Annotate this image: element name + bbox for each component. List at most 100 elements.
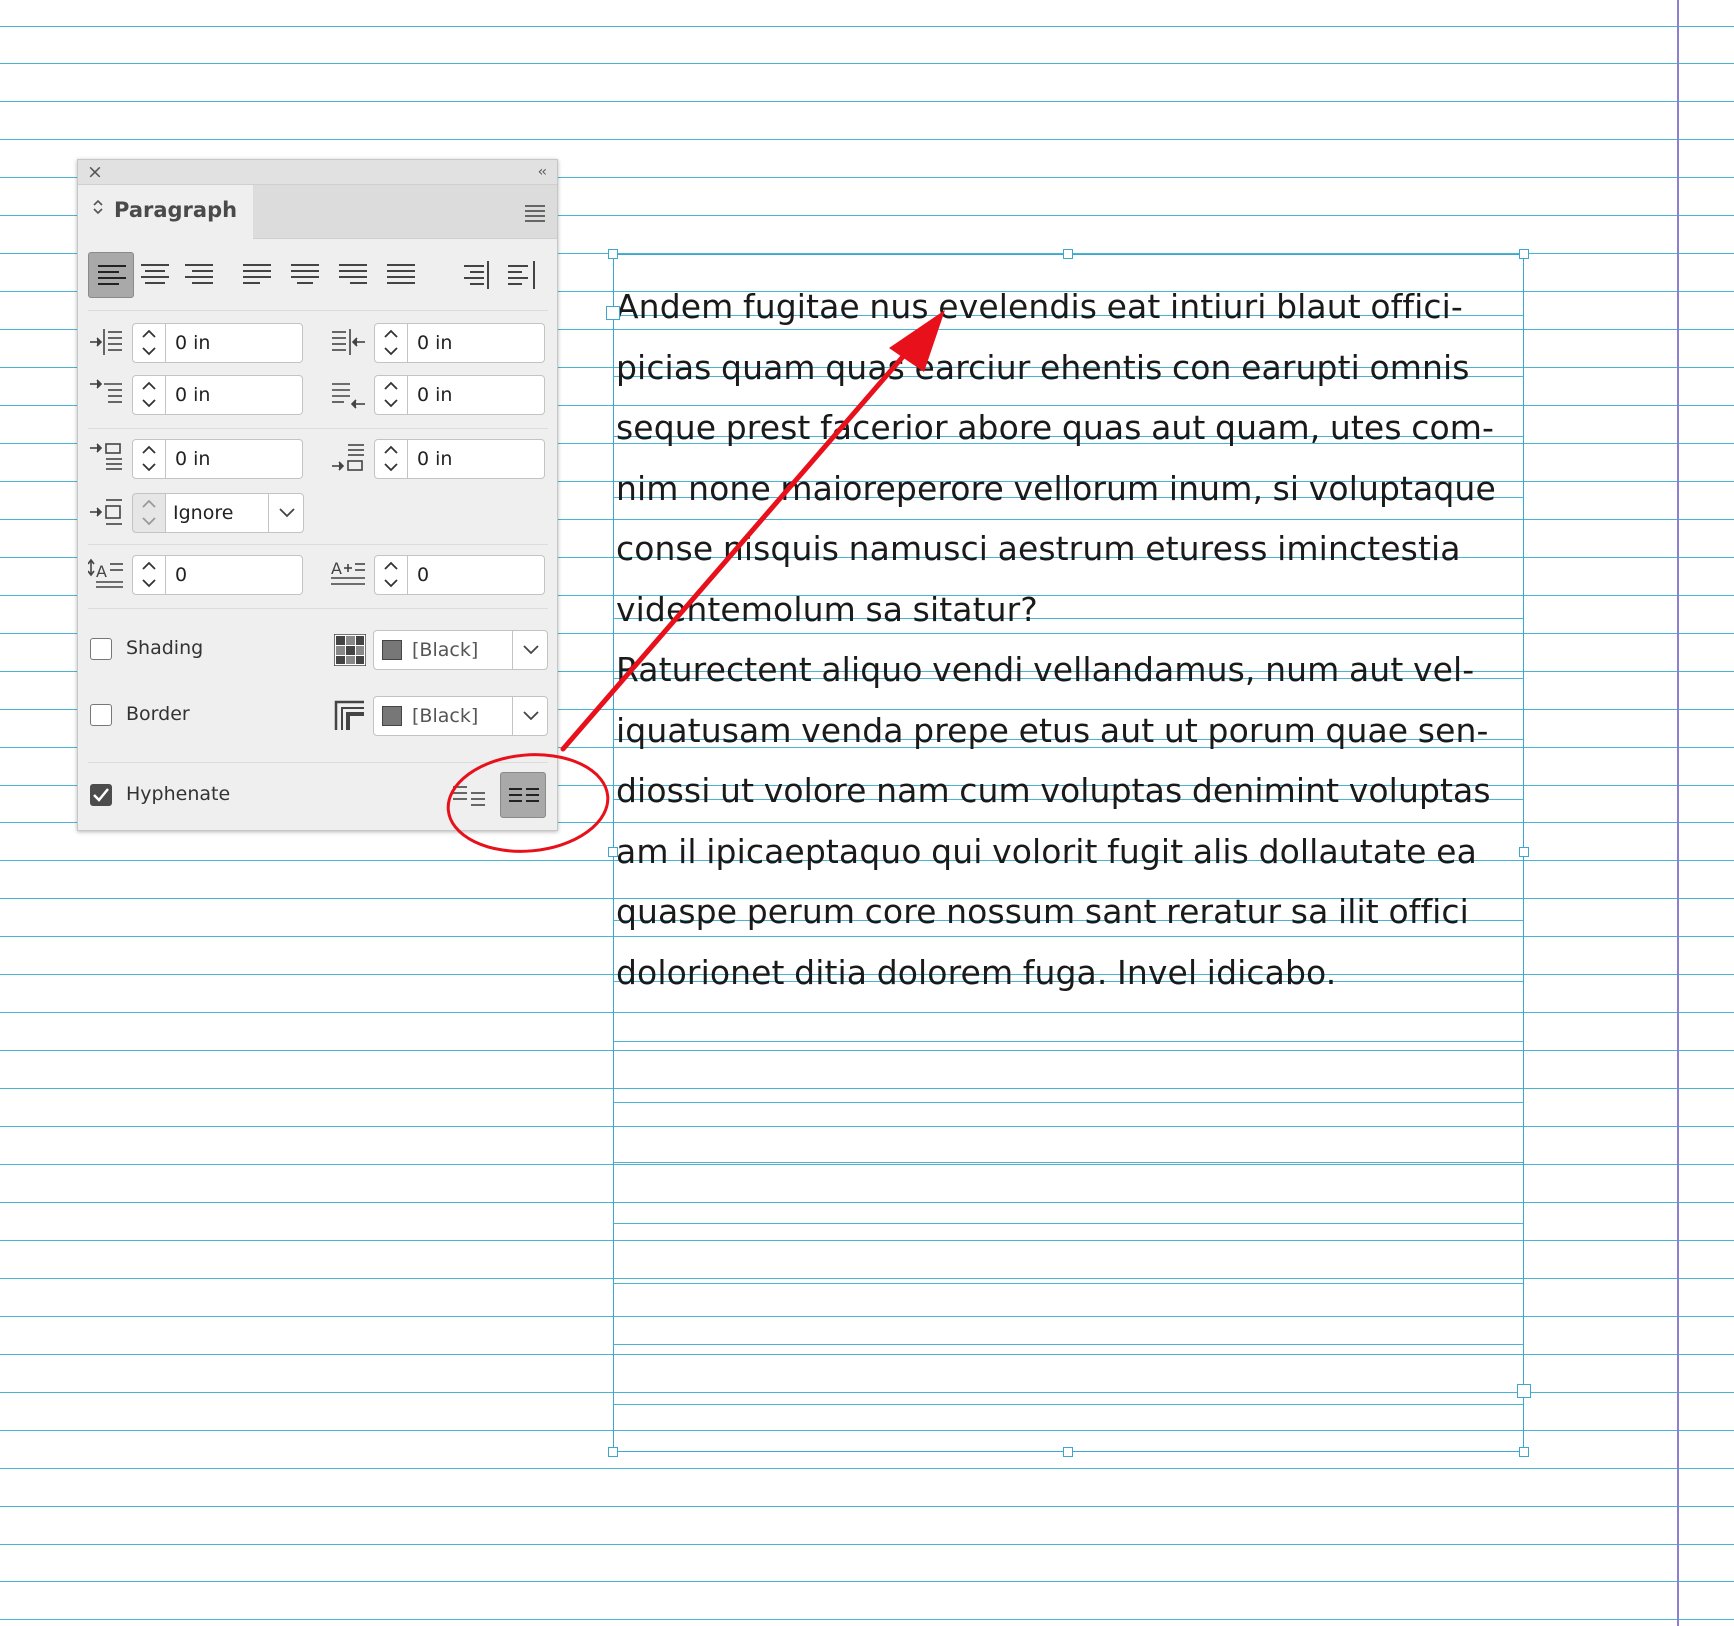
drop-cap-lines-input[interactable]: 0: [166, 555, 303, 595]
span-columns-button[interactable]: [500, 772, 546, 818]
drop-cap-characters-input[interactable]: 0: [408, 555, 545, 595]
drop-cap-lines-icon: A: [88, 558, 123, 588]
chevron-down-icon[interactable]: [142, 398, 156, 408]
last-line-indent-input[interactable]: 0 in: [408, 375, 545, 415]
align-to-grid-dropdown[interactable]: [268, 493, 304, 533]
last-line-indent-stepper[interactable]: [374, 375, 408, 415]
separator: [88, 428, 548, 429]
chevron-up-icon[interactable]: [142, 329, 156, 339]
space-before-input[interactable]: 0 in: [166, 439, 303, 479]
baseline: [0, 63, 1734, 64]
shading-swatch-button[interactable]: [Black]: [373, 630, 513, 670]
space-after-input[interactable]: 0 in: [408, 439, 545, 479]
hyphenate-checkbox[interactable]: [90, 784, 112, 806]
frame-out-port[interactable]: [1517, 1384, 1531, 1398]
frame-handle-bottom-right[interactable]: [1519, 1447, 1529, 1457]
chevron-down-icon[interactable]: [384, 398, 398, 408]
collapse-icon[interactable]: ‹‹: [538, 160, 547, 184]
border-dropdown[interactable]: [512, 696, 548, 736]
frame-baseline: [614, 1404, 1523, 1405]
chevron-down-icon[interactable]: [142, 516, 156, 526]
justify-all-icon: [387, 264, 415, 284]
chevron-down-icon[interactable]: [384, 462, 398, 472]
left-indent-stepper[interactable]: [132, 323, 166, 363]
chevron-up-icon[interactable]: [384, 445, 398, 455]
single-column-button[interactable]: [446, 772, 492, 818]
chevron-down-icon[interactable]: [384, 346, 398, 356]
close-icon[interactable]: ×: [87, 160, 103, 184]
text-line: am il ipicaeptaquo qui volorit fugit ali…: [616, 831, 1477, 871]
align-center-button[interactable]: [132, 252, 178, 298]
justify-center-button[interactable]: [282, 252, 328, 298]
align-towards-spine-icon: [464, 261, 489, 289]
text-frame-content[interactable]: Andem fugitae nus evelendis eat intiuri …: [616, 277, 1516, 1003]
align-right-button[interactable]: [176, 252, 222, 298]
align-towards-spine-button[interactable]: [452, 252, 498, 298]
first-line-indent-stepper[interactable]: [132, 375, 166, 415]
justify-left-button[interactable]: [234, 252, 280, 298]
svg-text:A: A: [331, 559, 342, 578]
baseline: [0, 1619, 1734, 1620]
chevron-down-icon[interactable]: [384, 578, 398, 588]
space-before-stepper[interactable]: [132, 439, 166, 479]
border-checkbox[interactable]: [90, 704, 112, 726]
text-line: Raturectent aliquo vendi vellandamus, nu…: [616, 650, 1475, 689]
frame-handle-top-left[interactable]: [608, 249, 618, 259]
justify-right-button[interactable]: [330, 252, 376, 298]
right-indent-stepper[interactable]: [374, 323, 408, 363]
last-line-indent-icon: [332, 383, 365, 409]
chevron-down-icon[interactable]: [142, 346, 156, 356]
chevron-up-icon[interactable]: [142, 561, 156, 571]
chevron-up-icon[interactable]: [384, 561, 398, 571]
baseline: [0, 139, 1734, 140]
panel-menu-icon[interactable]: [525, 205, 545, 225]
tab-paragraph[interactable]: Paragraph: [78, 185, 253, 239]
frame-handle-top-center[interactable]: [1063, 249, 1073, 259]
text-line: Andem fugitae nus evelendis eat intiuri …: [616, 287, 1463, 326]
align-to-grid-stepper[interactable]: [132, 493, 166, 533]
baseline: [0, 1506, 1734, 1507]
text-frame[interactable]: Andem fugitae nus evelendis eat intiuri …: [606, 249, 1531, 1457]
align-to-grid-select[interactable]: Ignore: [166, 493, 269, 533]
frame-handle-top-right[interactable]: [1519, 249, 1529, 259]
chevron-down-icon[interactable]: [142, 578, 156, 588]
drop-cap-lines-stepper[interactable]: [132, 555, 166, 595]
shading-checkbox[interactable]: [90, 638, 112, 660]
span-columns-icon: [509, 788, 539, 802]
single-column-icon: [453, 786, 485, 806]
chevron-up-icon[interactable]: [384, 329, 398, 339]
baseline: [0, 1468, 1734, 1469]
frame-handle-middle-left[interactable]: [608, 847, 618, 857]
border-swatch-button[interactable]: [Black]: [373, 696, 513, 736]
chevron-up-icon[interactable]: [384, 381, 398, 391]
chevron-down-icon[interactable]: [142, 462, 156, 472]
up-down-chevron-icon: [93, 199, 103, 215]
justify-all-button[interactable]: [378, 252, 424, 298]
frame-handle-bottom-left[interactable]: [608, 1447, 618, 1457]
shading-label: Shading: [126, 637, 204, 659]
first-line-indent-input[interactable]: 0 in: [166, 375, 303, 415]
right-indent-input[interactable]: 0 in: [408, 323, 545, 363]
panel-tab-strip: Paragraph: [78, 185, 557, 239]
drop-cap-characters-stepper[interactable]: [374, 555, 408, 595]
text-line: nim none maioreperore vellorum inum, si …: [616, 468, 1496, 508]
align-left-button[interactable]: [88, 252, 134, 298]
separator: [88, 608, 548, 609]
chevron-up-icon[interactable]: [142, 381, 156, 391]
left-indent-input[interactable]: 0 in: [166, 323, 303, 363]
space-after-stepper[interactable]: [374, 439, 408, 479]
panel-titlebar[interactable]: × ‹‹: [78, 160, 557, 185]
baseline: [0, 1581, 1734, 1582]
hyphenate-label: Hyphenate: [126, 783, 231, 805]
frame-in-port[interactable]: [606, 306, 620, 320]
frame-baseline: [614, 1223, 1523, 1224]
chevron-down-icon: [523, 711, 539, 721]
margin-guide: [1677, 0, 1679, 1626]
frame-baseline: [614, 1283, 1523, 1284]
shading-dropdown[interactable]: [512, 630, 548, 670]
align-away-from-spine-button[interactable]: [498, 252, 544, 298]
chevron-up-icon[interactable]: [142, 445, 156, 455]
frame-handle-middle-right[interactable]: [1519, 847, 1529, 857]
chevron-up-icon[interactable]: [142, 499, 156, 509]
frame-handle-bottom-center[interactable]: [1063, 1447, 1073, 1457]
